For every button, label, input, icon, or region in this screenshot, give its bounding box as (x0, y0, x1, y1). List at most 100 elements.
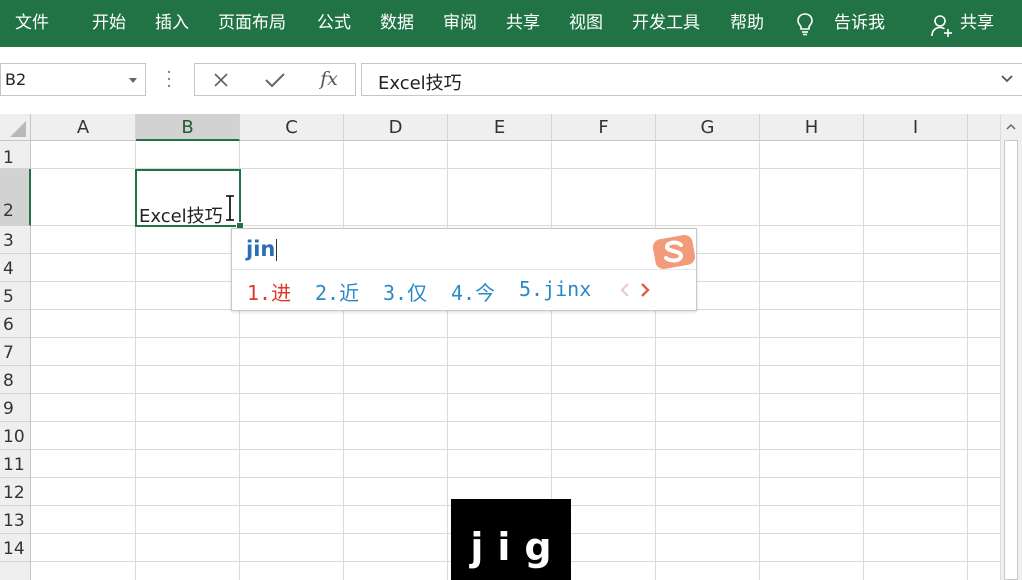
column-header-a[interactable]: A (31, 114, 136, 140)
cancel-button[interactable] (195, 64, 247, 95)
row-header-13[interactable]: 13 (0, 506, 30, 534)
drag-handle-icon[interactable] (166, 69, 172, 89)
gridline (31, 421, 1000, 422)
ime-candidate-window: jin 1.进 2.近 3.仅 4.今 5.jinx (231, 228, 697, 311)
vertical-scrollbar[interactable] (1000, 114, 1022, 580)
row-header-10[interactable]: 10 (0, 422, 30, 450)
gridline (31, 477, 1000, 478)
ime-candidate-2[interactable]: 2.近 (315, 277, 359, 306)
tab-formulas[interactable]: 公式 (317, 0, 351, 47)
row-header-11[interactable]: 11 (0, 450, 30, 478)
tab-data[interactable]: 数据 (380, 0, 414, 47)
column-header-d[interactable]: D (344, 114, 448, 140)
gridline (343, 141, 344, 580)
chevron-left-icon[interactable] (620, 282, 630, 298)
tab-insert[interactable]: 插入 (155, 0, 189, 47)
tab-home-label: 开始 (92, 13, 126, 33)
lightbulb-icon[interactable] (796, 12, 814, 36)
tell-me-search[interactable]: 告诉我 (834, 0, 885, 47)
share-label: 共享 (960, 13, 994, 33)
tab-page-layout[interactable]: 页面布局 (218, 0, 286, 47)
chevron-right-icon[interactable] (640, 282, 650, 298)
row-header-2[interactable]: 2 (0, 169, 31, 226)
column-header-b[interactable]: B (136, 114, 240, 141)
ime-separator (232, 269, 696, 270)
column-header-h[interactable]: H (760, 114, 864, 140)
text-cursor-icon (226, 195, 234, 221)
keystroke-text: jig (470, 525, 566, 569)
gridline (655, 141, 656, 580)
tab-review[interactable]: 审阅 (443, 0, 477, 47)
ribbon-tab-bar: 文件 开始 插入 页面布局 公式 数据 审阅 共享 视图 开发工具 帮助 告诉我… (0, 0, 1022, 47)
row-header-1[interactable]: 1 (0, 141, 30, 169)
gridline (31, 449, 1000, 450)
row-header-7[interactable]: 7 (0, 338, 30, 366)
chevron-down-icon[interactable] (129, 78, 137, 83)
tab-insert-label: 插入 (155, 13, 189, 33)
name-box-value: B2 (5, 70, 27, 89)
tab-developer-label: 开发工具 (632, 13, 700, 33)
ime-candidate-4[interactable]: 4.今 (451, 277, 495, 306)
insert-function-button[interactable]: fx (303, 64, 355, 95)
tab-data-label: 数据 (380, 13, 414, 33)
share-button[interactable]: 共享 (960, 0, 994, 47)
tab-file[interactable]: 文件 (15, 0, 49, 47)
scrollbar-thumb[interactable] (1004, 140, 1018, 580)
column-header-i[interactable]: I (864, 114, 968, 140)
tab-share-label: 共享 (506, 13, 540, 33)
tab-view-label: 视图 (569, 13, 603, 33)
gridline (863, 141, 864, 580)
row-headers: 1 2 3 4 5 6 7 8 9 10 11 12 13 14 (0, 141, 31, 580)
ime-composition-text: jin (246, 237, 276, 261)
enter-button[interactable] (249, 64, 301, 95)
column-header-e[interactable]: E (448, 114, 552, 140)
tab-view[interactable]: 视图 (569, 0, 603, 47)
ime-candidate-1[interactable]: 1.进 (247, 277, 291, 306)
tab-developer[interactable]: 开发工具 (632, 0, 700, 47)
gridline (447, 141, 448, 580)
check-icon (265, 73, 285, 88)
formula-value: Excel技巧 (378, 73, 462, 94)
formula-buttons: fx (194, 63, 356, 96)
select-all-icon (10, 121, 26, 137)
sogou-logo-icon (652, 235, 696, 269)
row-header-3[interactable]: 3 (0, 226, 30, 254)
row-header-9[interactable]: 9 (0, 394, 30, 422)
ime-candidate-5[interactable]: 5.jinx (519, 277, 591, 301)
column-header-c[interactable]: C (240, 114, 344, 140)
column-header-g[interactable]: G (656, 114, 760, 140)
tell-me-label: 告诉我 (834, 13, 885, 33)
scroll-up-icon[interactable] (1004, 120, 1018, 134)
x-icon (214, 73, 228, 87)
gridline (31, 365, 1000, 366)
row-header-4[interactable]: 4 (0, 254, 30, 282)
column-header-f[interactable]: F (552, 114, 656, 140)
tab-help[interactable]: 帮助 (730, 0, 764, 47)
row-header-5[interactable]: 5 (0, 282, 30, 310)
tab-formulas-label: 公式 (317, 13, 351, 33)
tab-help-label: 帮助 (730, 13, 764, 33)
ime-candidate-3[interactable]: 3.仅 (383, 277, 427, 306)
gridline (967, 141, 968, 580)
ime-composition: jin (246, 237, 278, 261)
tab-share[interactable]: 共享 (506, 0, 540, 47)
row-header-6[interactable]: 6 (0, 310, 30, 338)
cell-b2-value: Excel技巧 (139, 206, 223, 227)
tab-home[interactable]: 开始 (92, 0, 126, 47)
row-header-14[interactable]: 14 (0, 534, 30, 562)
keystroke-overlay: jig (451, 499, 571, 580)
fx-icon: fx (320, 68, 338, 90)
row-header-12[interactable]: 12 (0, 478, 30, 506)
tab-file-label: 文件 (15, 13, 49, 33)
ime-caret (276, 239, 278, 261)
formula-bar: B2 fx Excel技巧 (0, 47, 1022, 114)
share-person-icon[interactable] (931, 14, 953, 38)
name-box[interactable]: B2 (0, 63, 146, 96)
formula-input[interactable]: Excel技巧 (361, 63, 1022, 96)
expand-formula-bar-icon[interactable] (1000, 74, 1014, 84)
select-all-corner[interactable] (0, 114, 31, 140)
row-header-8[interactable]: 8 (0, 366, 30, 394)
column-headers: A B C D E F G H I (0, 114, 1000, 141)
tab-review-label: 审阅 (443, 13, 477, 33)
gridline (31, 337, 1000, 338)
